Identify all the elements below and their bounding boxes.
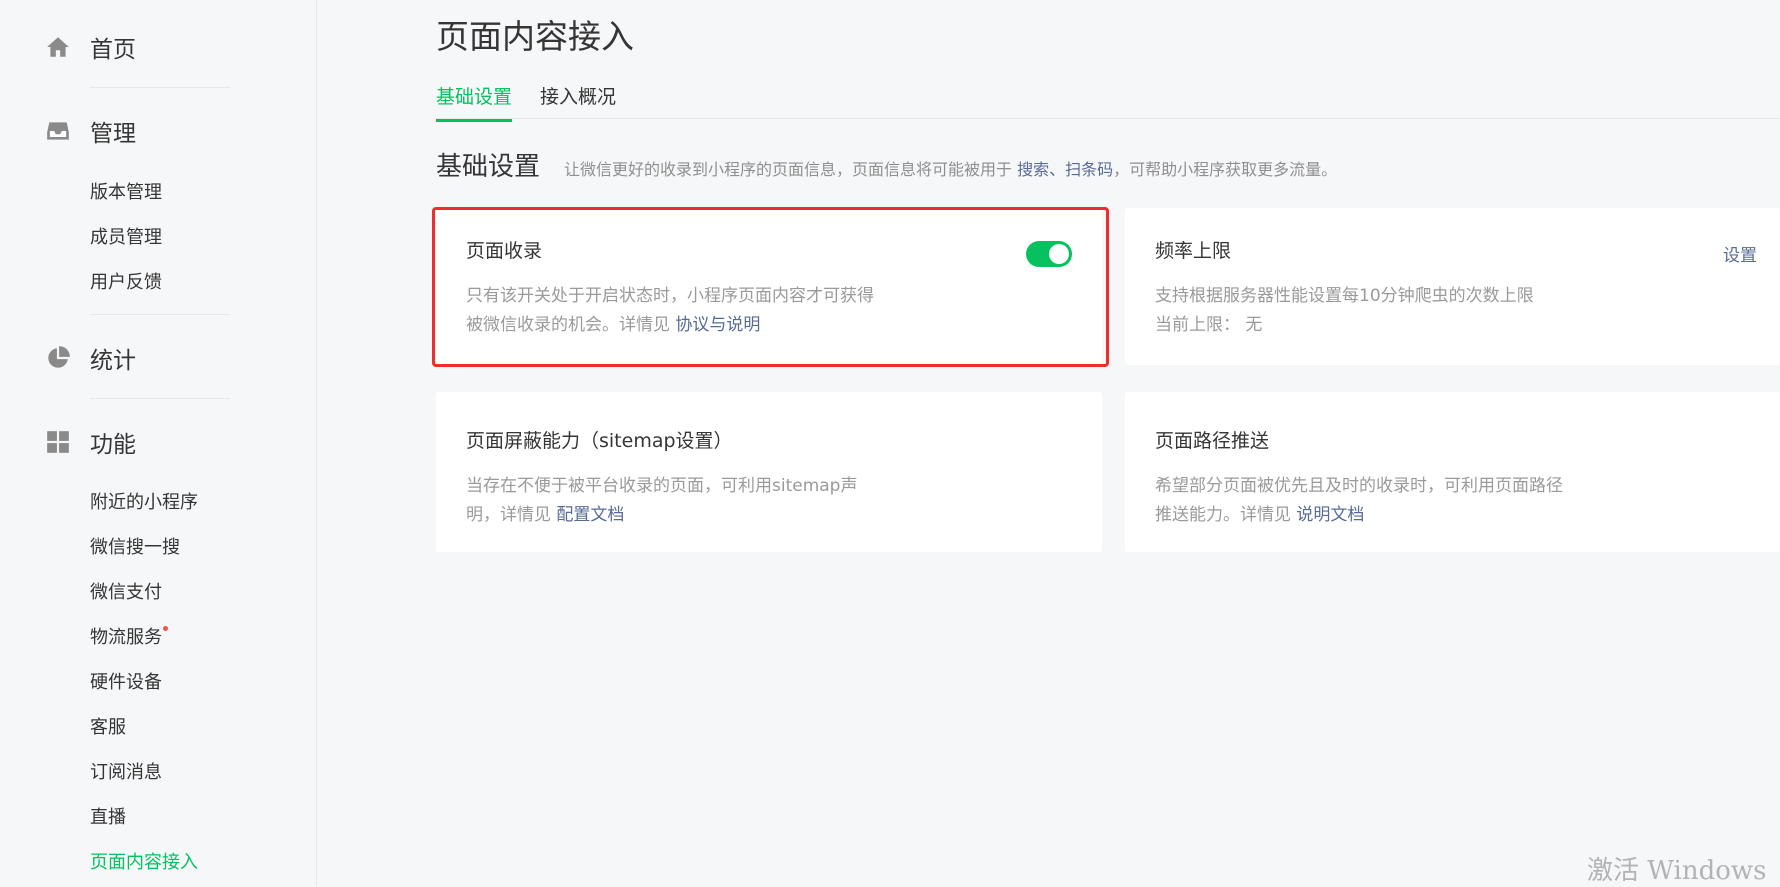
desc-text: ，可帮助小程序获取更多流量。 (1113, 160, 1338, 179)
desc-line: 明，详情见 配置文档 (466, 501, 857, 530)
sidebar-item-label: 功能 (90, 432, 136, 458)
card-rate-limit: 频率上限 设置 支持根据服务器性能设置每10分钟爬虫的次数上限 当前上限： 无 (1125, 208, 1780, 365)
section-description: 让微信更好的收录到小程序的页面信息，页面信息将可能被用于 搜索、扫条码，可帮助小… (564, 156, 1337, 180)
desc-text: 推送能力。详情见 (1155, 505, 1291, 525)
card-path-push: 页面路径推送 希望部分页面被优先且及时的收录时，可利用页面路径 推送能力。详情见… (1125, 392, 1780, 552)
desc-line: 推送能力。详情见 说明文档 (1155, 501, 1563, 530)
card-sitemap: 页面屏蔽能力（sitemap设置） 当存在不便于被平台收录的页面，可利用site… (436, 392, 1102, 552)
notification-dot (163, 626, 168, 631)
sidebar-item-nearby[interactable]: 附近的小程序 (90, 491, 198, 515)
doc-link[interactable]: 说明文档 (1296, 505, 1364, 525)
card-page-index: 页面收录 只有该开关处于开启状态时，小程序页面内容才可获得 被微信收录的机会。详… (436, 208, 1102, 365)
desc-text: 明，详情见 (466, 505, 551, 525)
sidebar-item-hardware[interactable]: 硬件设备 (90, 671, 162, 695)
desc-line: 被微信收录的机会。详情见 协议与说明 (466, 311, 874, 340)
desc-line: 当前上限： 无 (1155, 315, 1263, 335)
home-icon (45, 34, 71, 60)
grid-icon (45, 429, 71, 455)
desc-text: 被微信收录的机会。详情见 (466, 315, 670, 335)
card-description: 支持根据服务器性能设置每10分钟爬虫的次数上限 当前上限： 无 (1155, 282, 1534, 340)
page-title: 页面内容接入 (436, 17, 634, 56)
section-header: 基础设置 让微信更好的收录到小程序的页面信息，页面信息将可能被用于 搜索、扫条码… (436, 146, 1337, 183)
sidebar-item-page-content[interactable]: 页面内容接入 (90, 851, 198, 875)
card-title: 页面路径推送 (1155, 430, 1270, 452)
windows-activation-watermark: 激活 Windows (1587, 856, 1767, 886)
tab-basic-settings[interactable]: 基础设置 (436, 82, 513, 122)
main-content: 页面内容接入 基础设置 接入概况 基础设置 让微信更好的收录到小程序的页面信息，… (317, 0, 1780, 886)
sidebar-item-members[interactable]: 成员管理 (90, 226, 162, 250)
sidebar-item-subscribe[interactable]: 订阅消息 (90, 761, 162, 785)
card-description: 只有该开关处于开启状态时，小程序页面内容才可获得 被微信收录的机会。详情见 协议… (466, 282, 874, 340)
search-link[interactable]: 搜索 (1017, 160, 1049, 179)
sidebar-item-label: 物流服务 (90, 627, 162, 648)
card-description: 当存在不便于被平台收录的页面，可利用sitemap声 明，详情见 配置文档 (466, 472, 857, 530)
desc-line: 支持根据服务器性能设置每10分钟爬虫的次数上限 (1155, 286, 1534, 306)
card-title: 频率上限 (1155, 240, 1232, 262)
pie-chart-icon (45, 345, 71, 371)
settings-link[interactable]: 设置 (1723, 241, 1757, 266)
card-title: 页面收录 (466, 240, 543, 262)
sidebar-item-pay[interactable]: 微信支付 (90, 581, 162, 605)
config-doc-link[interactable]: 配置文档 (556, 505, 624, 525)
sidebar-item-feedback[interactable]: 用户反馈 (90, 271, 162, 295)
toggle-knob (1049, 244, 1069, 264)
sidebar-item-service[interactable]: 客服 (90, 716, 126, 740)
desc-separator: 、 (1049, 160, 1066, 179)
sidebar-item-label: 首页 (90, 37, 136, 63)
desc-line: 希望部分页面被优先且及时的收录时，可利用页面路径 (1155, 476, 1563, 496)
sidebar-item-label: 统计 (90, 348, 136, 374)
divider (90, 314, 230, 315)
desc-line: 当存在不便于被平台收录的页面，可利用sitemap声 (466, 476, 858, 496)
desc-line: 只有该开关处于开启状态时，小程序页面内容才可获得 (466, 286, 874, 306)
agreement-link[interactable]: 协议与说明 (675, 315, 760, 335)
sidebar: 首页 管理 版本管理 成员管理 用户反馈 统计 功能 附近的小程序 微信搜一搜 … (0, 0, 317, 886)
scan-link[interactable]: 扫条码 (1065, 160, 1113, 179)
sidebar-item-live[interactable]: 直播 (90, 806, 126, 830)
page-index-toggle[interactable] (1026, 241, 1072, 267)
tab-overview[interactable]: 接入概况 (540, 82, 616, 119)
divider (90, 398, 230, 399)
card-title: 页面屏蔽能力（sitemap设置） (466, 430, 733, 452)
inbox-icon (45, 118, 71, 144)
desc-text: 让微信更好的收录到小程序的页面信息，页面信息将可能被用于 (564, 160, 1013, 179)
sidebar-item-logistics[interactable]: 物流服务 (90, 626, 168, 650)
card-description: 希望部分页面被优先且及时的收录时，可利用页面路径 推送能力。详情见 说明文档 (1155, 472, 1563, 530)
sidebar-item-label: 管理 (90, 121, 136, 147)
divider (90, 87, 230, 88)
sidebar-item-version[interactable]: 版本管理 (90, 181, 162, 205)
tab-bar: 基础设置 接入概况 (436, 78, 1780, 122)
section-title: 基础设置 (436, 152, 541, 182)
sidebar-item-search[interactable]: 微信搜一搜 (90, 536, 180, 560)
